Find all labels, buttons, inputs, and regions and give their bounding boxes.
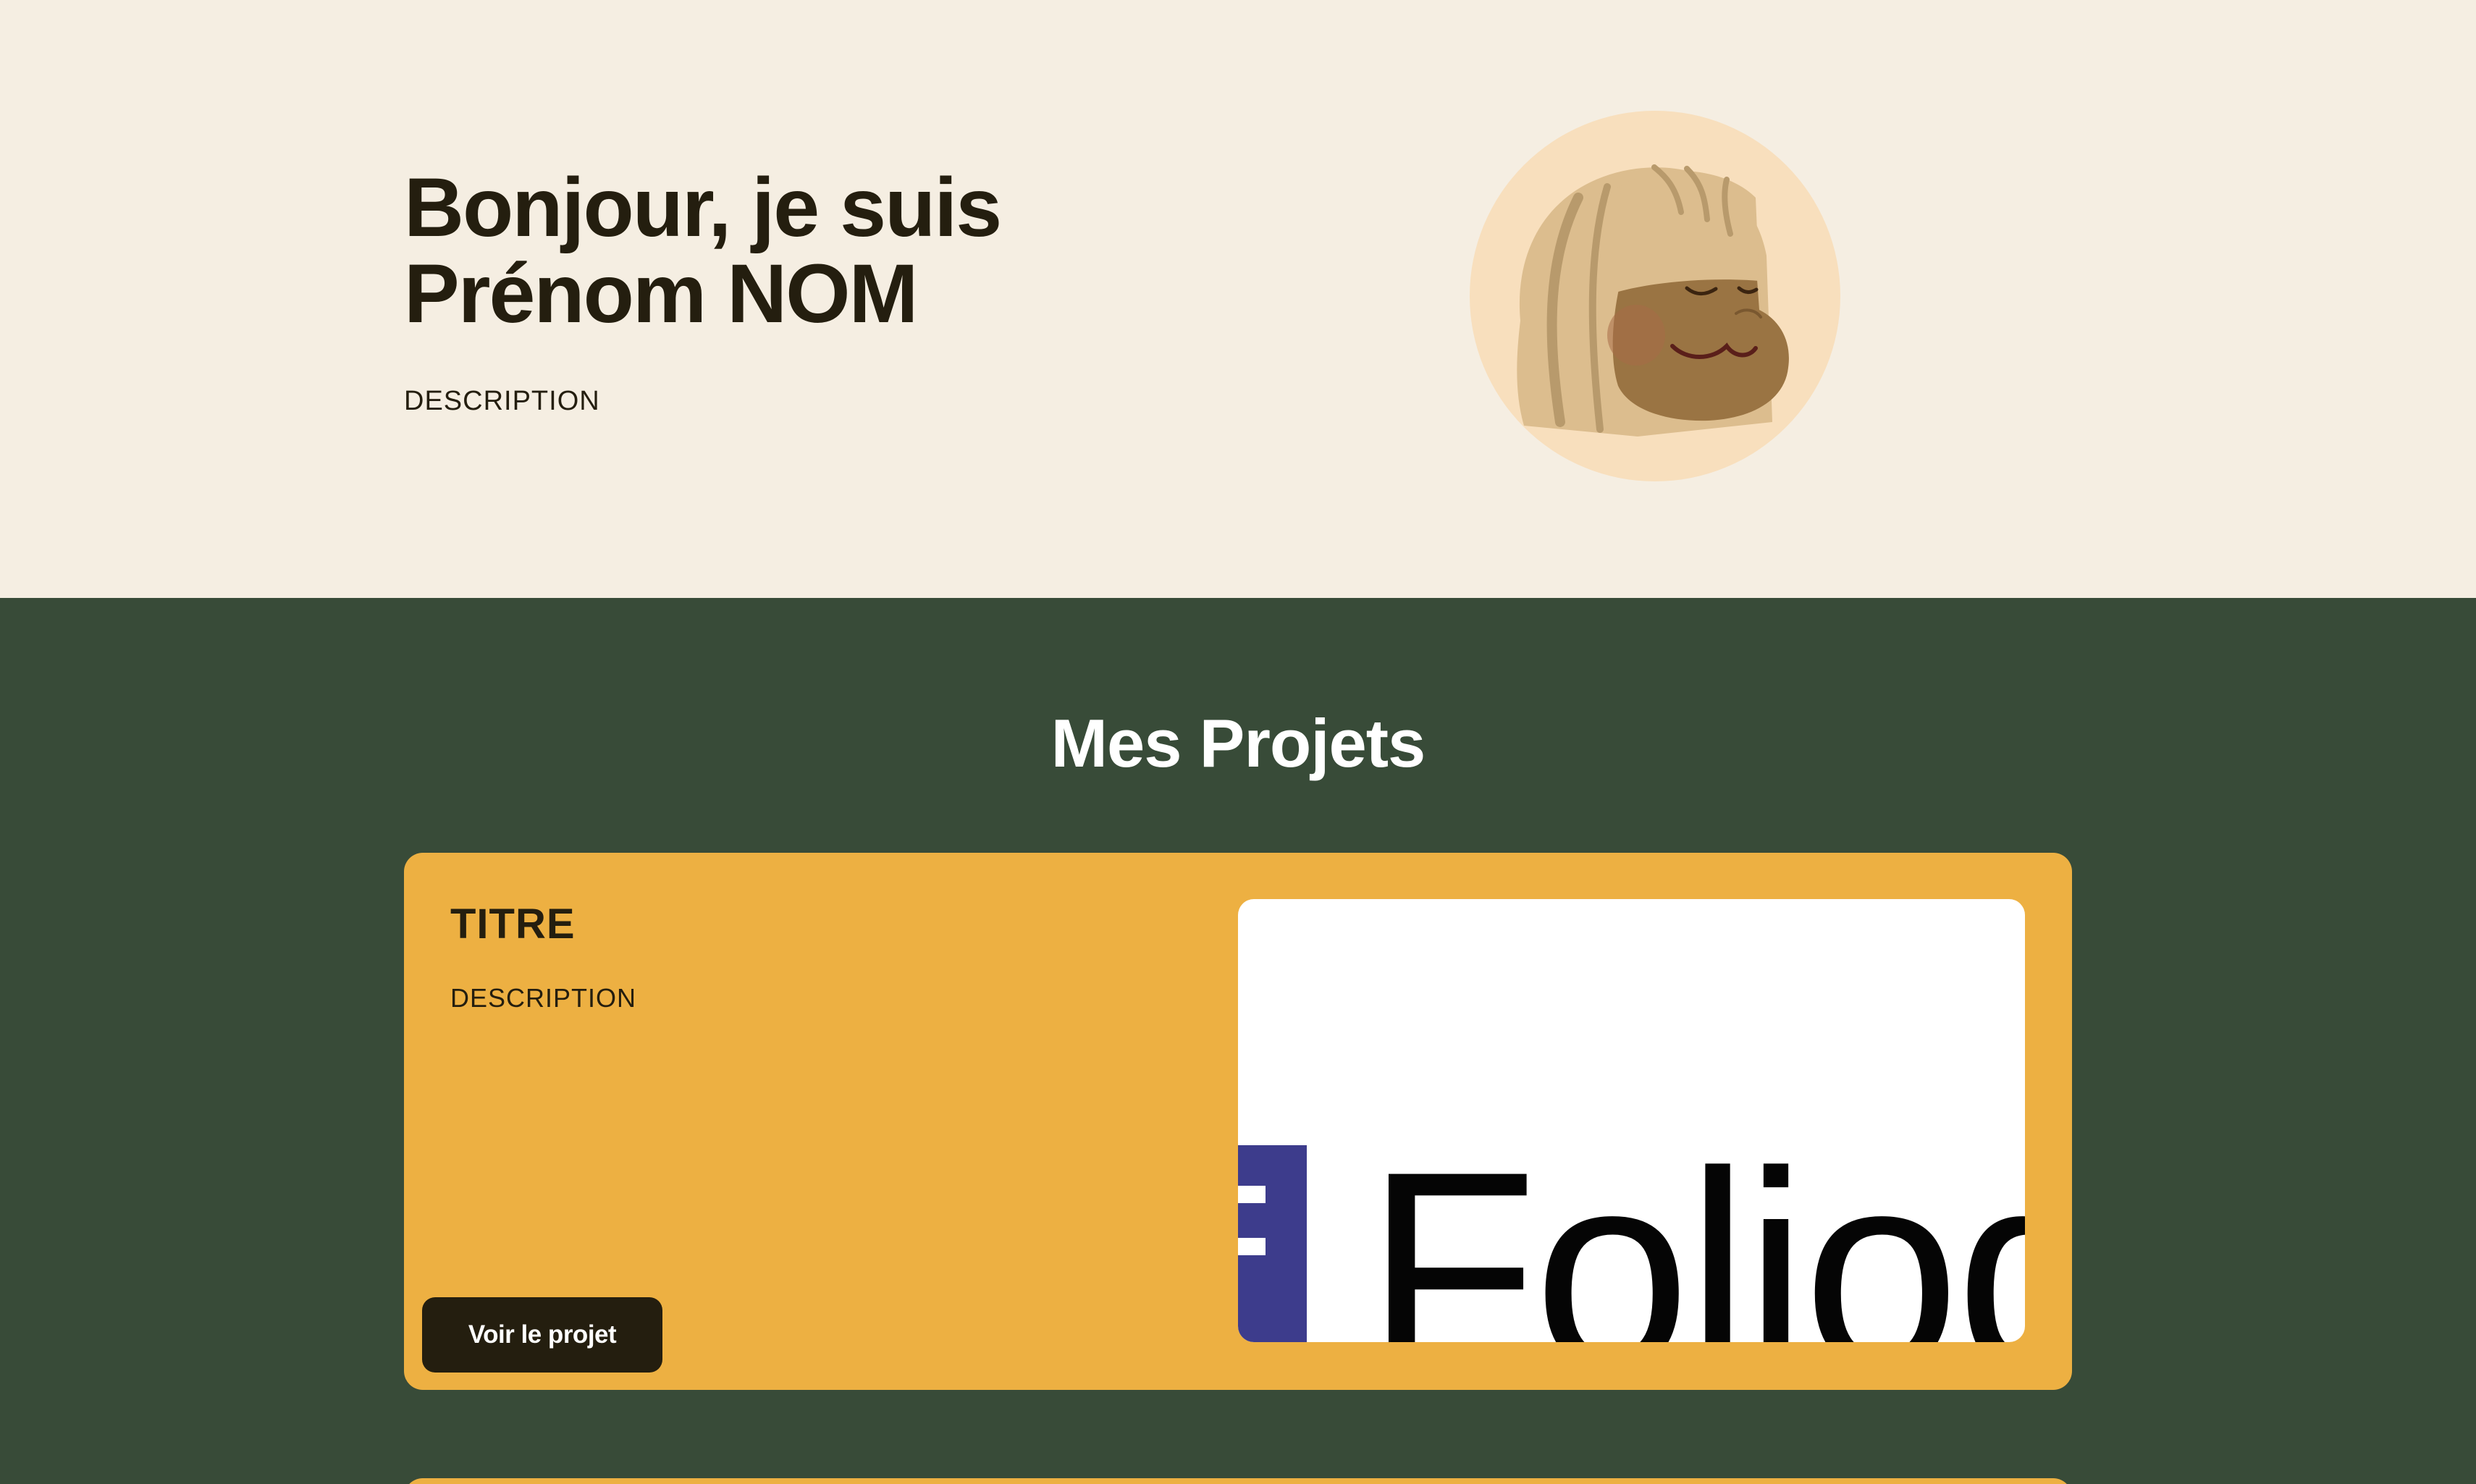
project-title: TITRE: [450, 901, 576, 948]
view-project-button[interactable]: Voir le projet: [422, 1297, 662, 1373]
avatar: [1470, 111, 1840, 481]
project-image: Foliod: [1238, 899, 2025, 1342]
project-image-logo-text: Foliod: [1365, 1113, 2025, 1342]
projects-heading: Mes Projets: [1050, 705, 1426, 781]
hero-title-line-1: Bonjour, je suis: [404, 161, 1002, 254]
project-description: DESCRIPTION: [450, 983, 637, 1013]
hero-description: DESCRIPTION: [404, 386, 600, 416]
hero-title-line-2: Prénom NOM: [404, 248, 918, 340]
logo-mark-icon: [1238, 1145, 1307, 1342]
avatar-illustration-icon: [1517, 164, 1789, 437]
hero-title: Bonjour, je suis Prénom NOM: [404, 161, 1002, 340]
project-card: TITRE DESCRIPTION Voir le projet Foliod: [404, 853, 2072, 1390]
hero-section: Bonjour, je suis Prénom NOM DESCRIPTION: [0, 0, 2476, 598]
projects-section: Mes Projets TITRE DESCRIPTION Voir le pr…: [0, 598, 2476, 1484]
project-card-next: [404, 1478, 2072, 1484]
